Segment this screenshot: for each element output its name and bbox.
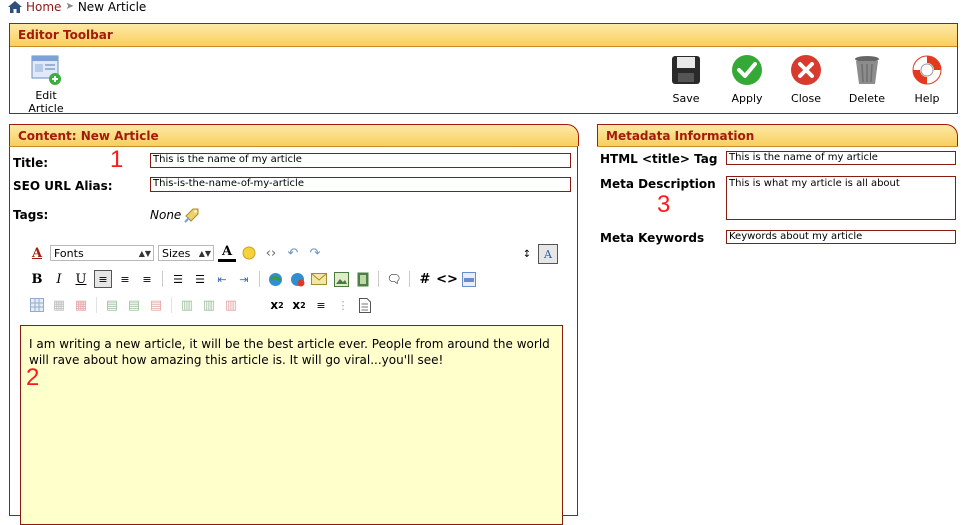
html-title-input[interactable]: This is the name of my article (726, 151, 956, 165)
code-icon[interactable]: <> (436, 270, 458, 288)
unordered-list-icon[interactable]: ☰ (191, 270, 209, 288)
help-label: Help (914, 92, 940, 105)
delete-button[interactable]: Delete (839, 54, 895, 105)
subscript-icon[interactable]: x2 (268, 296, 286, 314)
save-button[interactable]: Save (658, 54, 714, 105)
insert-media-icon[interactable] (354, 270, 372, 288)
align-center-icon[interactable]: ≡ (116, 270, 134, 288)
indent-icon[interactable]: ⇥ (235, 270, 253, 288)
meta-keywords-label: Meta Keywords (600, 231, 705, 245)
breadcrumb-current: New Article (77, 0, 147, 14)
bold-icon[interactable]: B (28, 270, 46, 288)
html-title-label: HTML <title> Tag (600, 152, 718, 166)
expand-icon[interactable]: ↕ (518, 245, 536, 263)
row-before-icon[interactable]: ▤ (103, 296, 121, 314)
superscript-icon[interactable]: x2 (290, 296, 308, 314)
apply-label: Apply (731, 92, 763, 105)
table-props-icon[interactable]: ▦ (50, 296, 68, 314)
comment-icon[interactable]: 🗨 (385, 270, 403, 288)
smiley-icon[interactable] (240, 244, 258, 262)
anchor-icon[interactable]: # (416, 270, 434, 288)
edit-article-label: Edit Article (28, 89, 64, 115)
redo-icon[interactable]: ↷ (306, 244, 324, 262)
content-panel-title: Content: New Article (9, 124, 579, 146)
insert-link-icon[interactable] (266, 270, 284, 288)
horizontal-rule-icon[interactable]: ≡ (312, 296, 330, 314)
tags-value[interactable]: None (150, 207, 200, 223)
meta-description-label: Meta Description (600, 177, 716, 191)
page-break-icon[interactable]: ⋮ (334, 296, 352, 314)
seo-url-alias-label: SEO URL Alias: (13, 179, 113, 193)
delete-col-icon[interactable]: ▥ (222, 296, 240, 314)
remove-link-icon[interactable] (288, 270, 306, 288)
insert-table-icon[interactable] (28, 296, 46, 314)
ordered-list-icon[interactable]: ☰ (169, 270, 187, 288)
align-right-icon[interactable]: ≡ (138, 270, 156, 288)
document-icon[interactable] (356, 296, 374, 314)
title-label: Title: (13, 156, 49, 170)
edit-article-button[interactable]: Edit Article (16, 54, 76, 115)
breadcrumb-home-link[interactable]: Home (26, 0, 61, 14)
col-after-icon[interactable]: ▥ (200, 296, 218, 314)
close-label: Close (791, 92, 821, 105)
apply-icon (732, 55, 762, 85)
delete-label: Delete (848, 92, 886, 105)
format-toggle-icon[interactable]: A (538, 244, 558, 264)
home-icon (8, 1, 22, 13)
title-input[interactable]: This is the name of my article (150, 153, 571, 168)
col-before-icon[interactable]: ▥ (178, 296, 196, 314)
save-label: Save (672, 92, 700, 105)
metadata-panel-title: Metadata Information (597, 124, 958, 146)
editor-toolbar-title: Editor Toolbar (10, 24, 957, 47)
tag-icon[interactable] (184, 207, 200, 223)
sizes-select[interactable]: Sizes ▲▼ (158, 245, 214, 261)
undo-icon[interactable]: ↶ (284, 244, 302, 262)
style-icon[interactable]: A (28, 244, 46, 262)
save-icon (672, 56, 700, 84)
email-icon[interactable] (310, 270, 328, 288)
apply-button[interactable]: Apply (719, 54, 775, 105)
rte-toolbar-row-1: A Fonts ▲▼ Sizes ▲▼ A ‹› ↶ ↷ (28, 244, 324, 262)
seo-url-alias-input[interactable]: This-is-the-name-of-my-article (150, 177, 571, 192)
font-color-icon[interactable]: A (218, 244, 236, 262)
annotation-3: 3 (657, 191, 671, 218)
help-button[interactable]: Help (899, 54, 955, 105)
outdent-icon[interactable]: ⇤ (213, 270, 231, 288)
insert-image-icon[interactable] (332, 270, 350, 288)
breadcrumb: Home ➤ New Article (8, 0, 146, 14)
meta-keywords-input[interactable]: Keywords about my article (726, 230, 956, 244)
italic-icon[interactable]: I (50, 270, 68, 288)
article-body-editor[interactable]: I am writing a new article, it will be t… (20, 325, 563, 525)
delete-table-icon[interactable]: ▦ (72, 296, 90, 314)
metadata-panel-divider (597, 146, 958, 147)
underline-icon[interactable]: U (72, 270, 90, 288)
meta-description-input[interactable]: This is what my article is all about (726, 176, 956, 220)
php-icon[interactable] (460, 270, 478, 288)
breadcrumb-separator-icon: ➤ (65, 1, 74, 12)
fonts-select[interactable]: Fonts ▲▼ (50, 245, 154, 261)
tags-value-text: None (150, 208, 182, 222)
help-icon (912, 55, 942, 85)
rte-toolbar-row-3b: x2 x2 ≡ ⋮ (268, 296, 374, 314)
rte-toolbar-row-3: ▦ ▦ ▤ ▤ ▤ ▥ ▥ ▥ (28, 296, 240, 314)
delete-row-icon[interactable]: ▤ (147, 296, 165, 314)
edit-article-icon (31, 55, 61, 85)
paperclip-icon[interactable]: ‹› (262, 244, 280, 262)
editor-toolbar-panel: Editor Toolbar Edit Article Save Apply C… (9, 23, 958, 115)
align-left-icon[interactable]: ≡ (94, 270, 112, 288)
rte-toolbar-row-2: B I U ≡ ≡ ≡ ☰ ☰ ⇤ ⇥ 🗨 # <> (28, 270, 478, 288)
row-after-icon[interactable]: ▤ (125, 296, 143, 314)
delete-icon (855, 56, 879, 84)
close-button[interactable]: Close (778, 54, 834, 105)
tags-label: Tags: (13, 208, 49, 222)
annotation-1: 1 (110, 146, 124, 173)
close-icon (791, 55, 821, 85)
annotation-2: 2 (26, 364, 40, 391)
